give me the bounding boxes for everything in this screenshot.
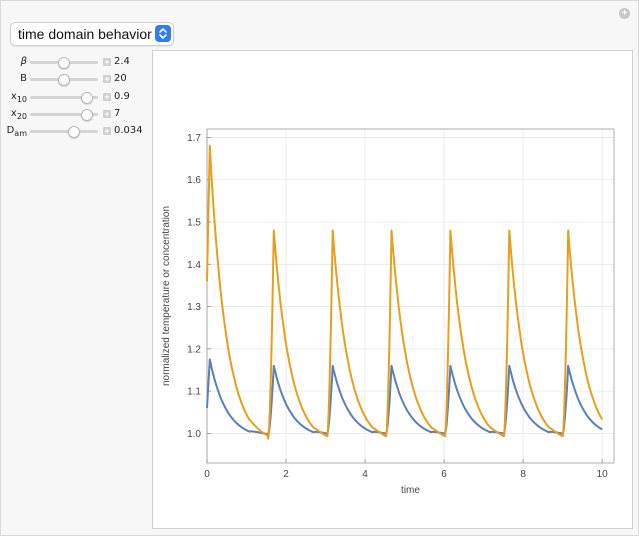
x20-label: x20: [10, 108, 27, 121]
b-expand-icon[interactable]: +: [103, 75, 111, 84]
x-tick-label: 10: [597, 469, 609, 480]
x-tick-label: 0: [204, 469, 210, 480]
x10-label: x10: [10, 91, 27, 104]
dropdown-selected-label: time domain behavior: [18, 26, 152, 42]
plot-frame: [206, 128, 615, 464]
b-value: 20: [114, 73, 127, 84]
x-tick-label: 2: [283, 469, 289, 480]
y-tick-label: 1.0: [187, 429, 201, 440]
x10-expand-icon[interactable]: +: [103, 93, 111, 102]
b-slider-thumb[interactable]: [57, 74, 70, 86]
x-tick-label: 4: [362, 469, 368, 480]
dam-value: 0.034: [114, 125, 143, 136]
x10-slider-thumb[interactable]: [80, 92, 93, 104]
chart-series: [206, 144, 604, 440]
y-tick-label: 1.1: [187, 387, 201, 398]
add-icon[interactable]: +: [619, 8, 630, 19]
chevron-updown-icon: [155, 25, 171, 42]
x20-expand-icon[interactable]: +: [103, 110, 111, 119]
y-tick-label: 1.5: [187, 218, 201, 229]
y-tick-label: 1.7: [187, 133, 201, 144]
x20-slider-thumb[interactable]: [80, 109, 93, 121]
x-tick-label: 6: [441, 469, 447, 480]
beta-expand-icon[interactable]: +: [103, 58, 111, 67]
y-tick-label: 1.6: [187, 175, 201, 186]
y-tick-label: 1.2: [187, 344, 201, 355]
x-axis-label: time: [401, 485, 420, 496]
series1-line: [206, 358, 603, 436]
beta-slider-thumb[interactable]: [57, 57, 70, 69]
dam-expand-icon[interactable]: +: [103, 127, 111, 136]
b-slider[interactable]: [30, 74, 98, 86]
x20-slider[interactable]: [30, 109, 98, 121]
dam-label: Dam: [6, 125, 27, 138]
y-axis-label: normalized temperature or concentration: [161, 206, 172, 386]
dam-slider-thumb[interactable]: [67, 126, 80, 138]
y-tick-label: 1.4: [187, 260, 201, 271]
y-tick-label: 1.3: [187, 302, 201, 313]
series2-line: [206, 144, 604, 440]
chart-grid: [206, 129, 614, 463]
beta-value: 2.4: [114, 56, 130, 67]
x10-value: 0.9: [114, 91, 130, 102]
beta-slider[interactable]: [30, 57, 98, 69]
x20-value: 7: [114, 108, 121, 119]
b-label: B: [20, 73, 27, 84]
x10-slider[interactable]: [30, 92, 98, 104]
plot-panel: 0 2 4 6 8 10 1.0 1.1 1.2 1.3 1.4 1.5 1.6 1.7 time nor…: [152, 50, 633, 529]
x-tick-label: 8: [520, 469, 526, 480]
beta-label: β: [20, 56, 27, 67]
time-domain-chart: 0 2 4 6 8 10 1.0 1.1 1.2 1.3 1.4 1.5 1.6 1.7 time nor…: [161, 128, 615, 496]
dam-slider[interactable]: [30, 126, 98, 138]
view-dropdown[interactable]: time domain behavior: [10, 22, 174, 46]
